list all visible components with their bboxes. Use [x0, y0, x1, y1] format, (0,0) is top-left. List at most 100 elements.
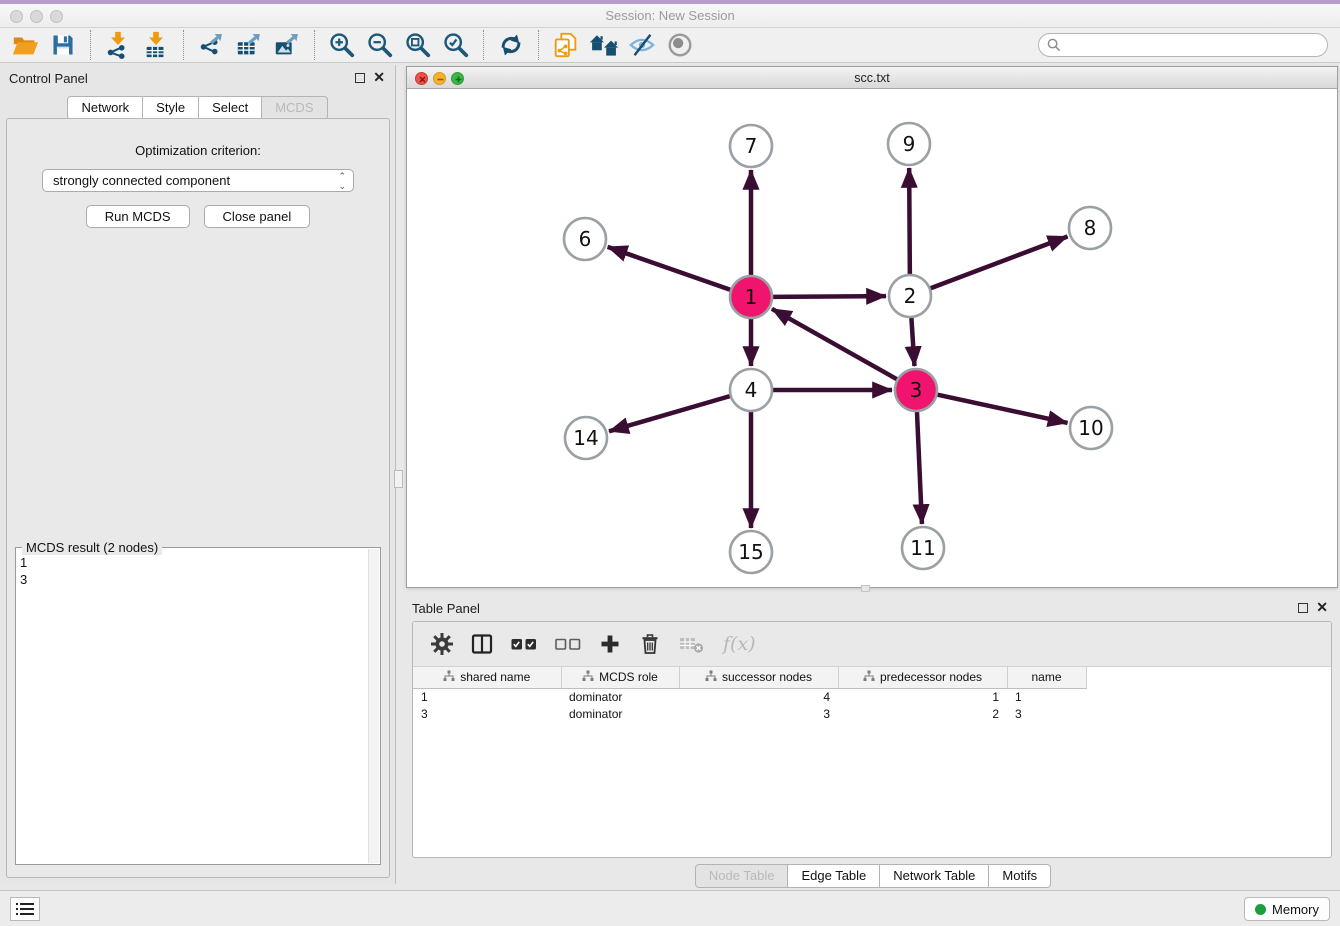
network-view-window: scc.txt 7 9 6 8 1 2 4 3 14 10 15 11: [406, 66, 1338, 588]
memory-button[interactable]: Memory: [1244, 897, 1330, 921]
zoom-in-button[interactable]: [323, 29, 361, 61]
select-all-icon: [511, 637, 537, 651]
graph-node-label: 9: [903, 132, 916, 156]
column-header-name[interactable]: name: [1007, 667, 1086, 688]
destroy-table-button[interactable]: [679, 634, 705, 654]
graph-node-11[interactable]: 11: [902, 527, 944, 569]
eye-icon: [666, 31, 694, 59]
zoom-fit-button[interactable]: [399, 29, 437, 61]
graph-edge-1-2[interactable]: [773, 296, 886, 297]
graph-edge-2-3[interactable]: [911, 318, 914, 366]
graph-edge-4-14[interactable]: [609, 396, 730, 431]
float-panel-icon[interactable]: [1298, 603, 1308, 613]
run-mcds-button[interactable]: Run MCDS: [86, 205, 190, 228]
graph-edge-2-8[interactable]: [931, 236, 1068, 288]
open-session-button[interactable]: [6, 29, 44, 61]
graph-node-3[interactable]: 3: [895, 369, 937, 411]
create-column-button[interactable]: [599, 633, 621, 655]
tab-network[interactable]: Network: [67, 96, 143, 120]
graph-node-4[interactable]: 4: [730, 369, 772, 411]
table-panel-title: Table Panel: [412, 601, 480, 616]
search-field[interactable]: [1038, 33, 1328, 57]
search-icon: [1047, 38, 1061, 52]
float-panel-icon[interactable]: [355, 73, 365, 83]
column-tree-icon: [863, 670, 875, 682]
show-all-button[interactable]: [661, 29, 699, 61]
clone-network-button[interactable]: [547, 29, 585, 61]
result-scrollbar[interactable]: [368, 549, 379, 863]
tab-motifs[interactable]: Motifs: [989, 864, 1051, 888]
column-header-predecessor-nodes[interactable]: predecessor nodes: [838, 667, 1007, 688]
list-icon: [16, 902, 34, 916]
criterion-dropdown-value: strongly connected component: [53, 173, 230, 188]
first-neighbors-button[interactable]: [585, 29, 623, 61]
tab-style[interactable]: Style: [143, 96, 199, 120]
close-panel-icon[interactable]: ✕: [1316, 600, 1328, 614]
export-image-button[interactable]: [268, 29, 306, 61]
table-panel-box: f(x) shared name: [412, 621, 1332, 858]
graph-node-15[interactable]: 15: [730, 531, 772, 573]
apply-layout-button[interactable]: [492, 29, 530, 61]
table-tabs: Node Table Edge Table Network Table Moti…: [406, 864, 1340, 888]
table-divider-grip[interactable]: [861, 585, 870, 592]
mcds-result-text[interactable]: 1 3: [20, 554, 366, 860]
memory-label: Memory: [1272, 902, 1319, 917]
table-settings-button[interactable]: [431, 633, 453, 655]
graph-node-2[interactable]: 2: [889, 275, 931, 317]
graph-edge-3-1[interactable]: [772, 309, 897, 379]
column-header-mcds-role[interactable]: MCDS role: [561, 667, 679, 688]
task-history-button[interactable]: [10, 897, 40, 921]
column-header-shared-name[interactable]: shared name: [413, 667, 561, 688]
graph-node-14[interactable]: 14: [565, 417, 607, 459]
zoom-out-button[interactable]: [361, 29, 399, 61]
show-columns-button[interactable]: [471, 633, 493, 655]
search-input[interactable]: [1061, 36, 1327, 54]
column-tree-icon: [582, 670, 594, 682]
export-network-button[interactable]: [192, 29, 230, 61]
mcds-result-title: MCDS result (2 nodes): [22, 540, 162, 555]
graph-node-10[interactable]: 10: [1070, 407, 1112, 449]
graph-node-9[interactable]: 9: [888, 123, 930, 165]
zoom-in-icon: [328, 31, 356, 59]
graph-node-8[interactable]: 8: [1069, 207, 1111, 249]
graph-edge-1-6[interactable]: [608, 247, 731, 290]
column-tree-icon: [443, 670, 455, 682]
export-table-button[interactable]: [230, 29, 268, 61]
hide-selected-button[interactable]: [623, 29, 661, 61]
panel-divider-grip[interactable]: [394, 470, 403, 488]
tab-node-table[interactable]: Node Table: [695, 864, 789, 888]
import-table-button[interactable]: [137, 29, 175, 61]
function-builder-button[interactable]: f(x): [723, 633, 756, 655]
table-row[interactable]: 3dominator323: [413, 705, 1332, 722]
delete-column-button[interactable]: [639, 633, 661, 655]
table-row[interactable]: 1dominator411: [413, 688, 1332, 705]
graph-node-6[interactable]: 6: [564, 218, 606, 260]
control-panel-tabs: Network Style Select MCDS: [0, 96, 395, 120]
graph-edge-3-10[interactable]: [937, 395, 1067, 423]
graph-node-7[interactable]: 7: [730, 125, 772, 167]
tab-edge-table[interactable]: Edge Table: [788, 864, 880, 888]
graph-node-1[interactable]: 1: [730, 276, 772, 318]
graph-edge-3-11[interactable]: [917, 412, 922, 524]
plus-icon: [599, 633, 621, 655]
close-panel-icon[interactable]: ✕: [373, 70, 385, 84]
deselect-all-button[interactable]: [555, 637, 581, 651]
zoom-selected-button[interactable]: [437, 29, 475, 61]
graph-edge-2-9[interactable]: [909, 168, 910, 274]
toolbar-separator: [483, 30, 484, 60]
import-network-button[interactable]: [99, 29, 137, 61]
close-panel-button[interactable]: Close panel: [204, 205, 311, 228]
tab-select[interactable]: Select: [199, 96, 262, 120]
tab-mcds[interactable]: MCDS: [262, 96, 327, 120]
column-header-successor-nodes[interactable]: successor nodes: [679, 667, 838, 688]
save-session-button[interactable]: [44, 29, 82, 61]
network-window-titlebar[interactable]: scc.txt: [407, 67, 1337, 89]
tab-network-table[interactable]: Network Table: [880, 864, 989, 888]
network-canvas[interactable]: 7 9 6 8 1 2 4 3 14 10 15 11: [407, 89, 1337, 587]
criterion-dropdown[interactable]: strongly connected component ⌃⌄: [42, 169, 354, 192]
toolbar-separator: [538, 30, 539, 60]
control-panel-header: Control Panel ✕: [0, 65, 395, 91]
select-all-button[interactable]: [511, 637, 537, 651]
table-panel: Table Panel ✕: [406, 595, 1340, 888]
deselect-all-icon: [555, 637, 581, 651]
